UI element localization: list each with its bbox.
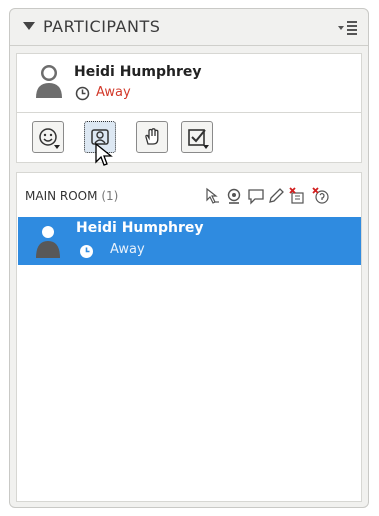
participant-status: Away xyxy=(110,242,145,257)
panel-header[interactable]: PARTICIPANTS xyxy=(10,9,368,46)
room-count: (1) xyxy=(101,189,119,203)
hand-icon xyxy=(145,128,159,145)
mouse-cursor-icon xyxy=(95,142,113,166)
room-name: MAIN ROOM xyxy=(25,189,98,203)
remove-moderator-icon[interactable] xyxy=(289,187,307,205)
checkbox-icon xyxy=(188,129,206,146)
participant-name: Heidi Humphrey xyxy=(76,220,204,236)
panel-title: PARTICIPANTS xyxy=(43,17,161,36)
raise-hand-button[interactable] xyxy=(136,121,168,153)
participant-list-panel: MAIN ROOM (1) Heidi Humphrey Away xyxy=(16,172,362,502)
emoticon-button[interactable] xyxy=(32,121,64,153)
current-user-card: Heidi Humphrey Away xyxy=(16,53,362,113)
participants-panel: PARTICIPANTS Heidi Humphrey Away MAIN RO… xyxy=(9,8,369,508)
smiley-icon xyxy=(39,128,57,146)
remove-audio-icon[interactable] xyxy=(312,187,330,205)
pointer-edit-icon[interactable] xyxy=(203,187,221,205)
pencil-icon[interactable] xyxy=(267,187,285,205)
participant-row[interactable]: Heidi Humphrey Away xyxy=(18,217,361,265)
panel-menu-icon[interactable] xyxy=(337,19,359,35)
clock-icon xyxy=(75,86,90,101)
user-silhouette-icon xyxy=(36,226,60,258)
room-label: MAIN ROOM (1) xyxy=(25,189,118,203)
webcam-icon[interactable] xyxy=(225,187,243,205)
dropdown-arrow-icon xyxy=(54,145,60,149)
current-user-name: Heidi Humphrey xyxy=(74,64,202,80)
current-user-status: Away xyxy=(96,85,131,100)
dropdown-arrow-icon xyxy=(203,145,209,149)
triangle-down-icon[interactable] xyxy=(23,22,35,30)
status-toolbar xyxy=(16,113,362,163)
poll-button[interactable] xyxy=(181,121,213,153)
clock-icon xyxy=(80,245,93,258)
chat-icon[interactable] xyxy=(247,187,265,205)
user-silhouette-icon xyxy=(36,65,62,98)
